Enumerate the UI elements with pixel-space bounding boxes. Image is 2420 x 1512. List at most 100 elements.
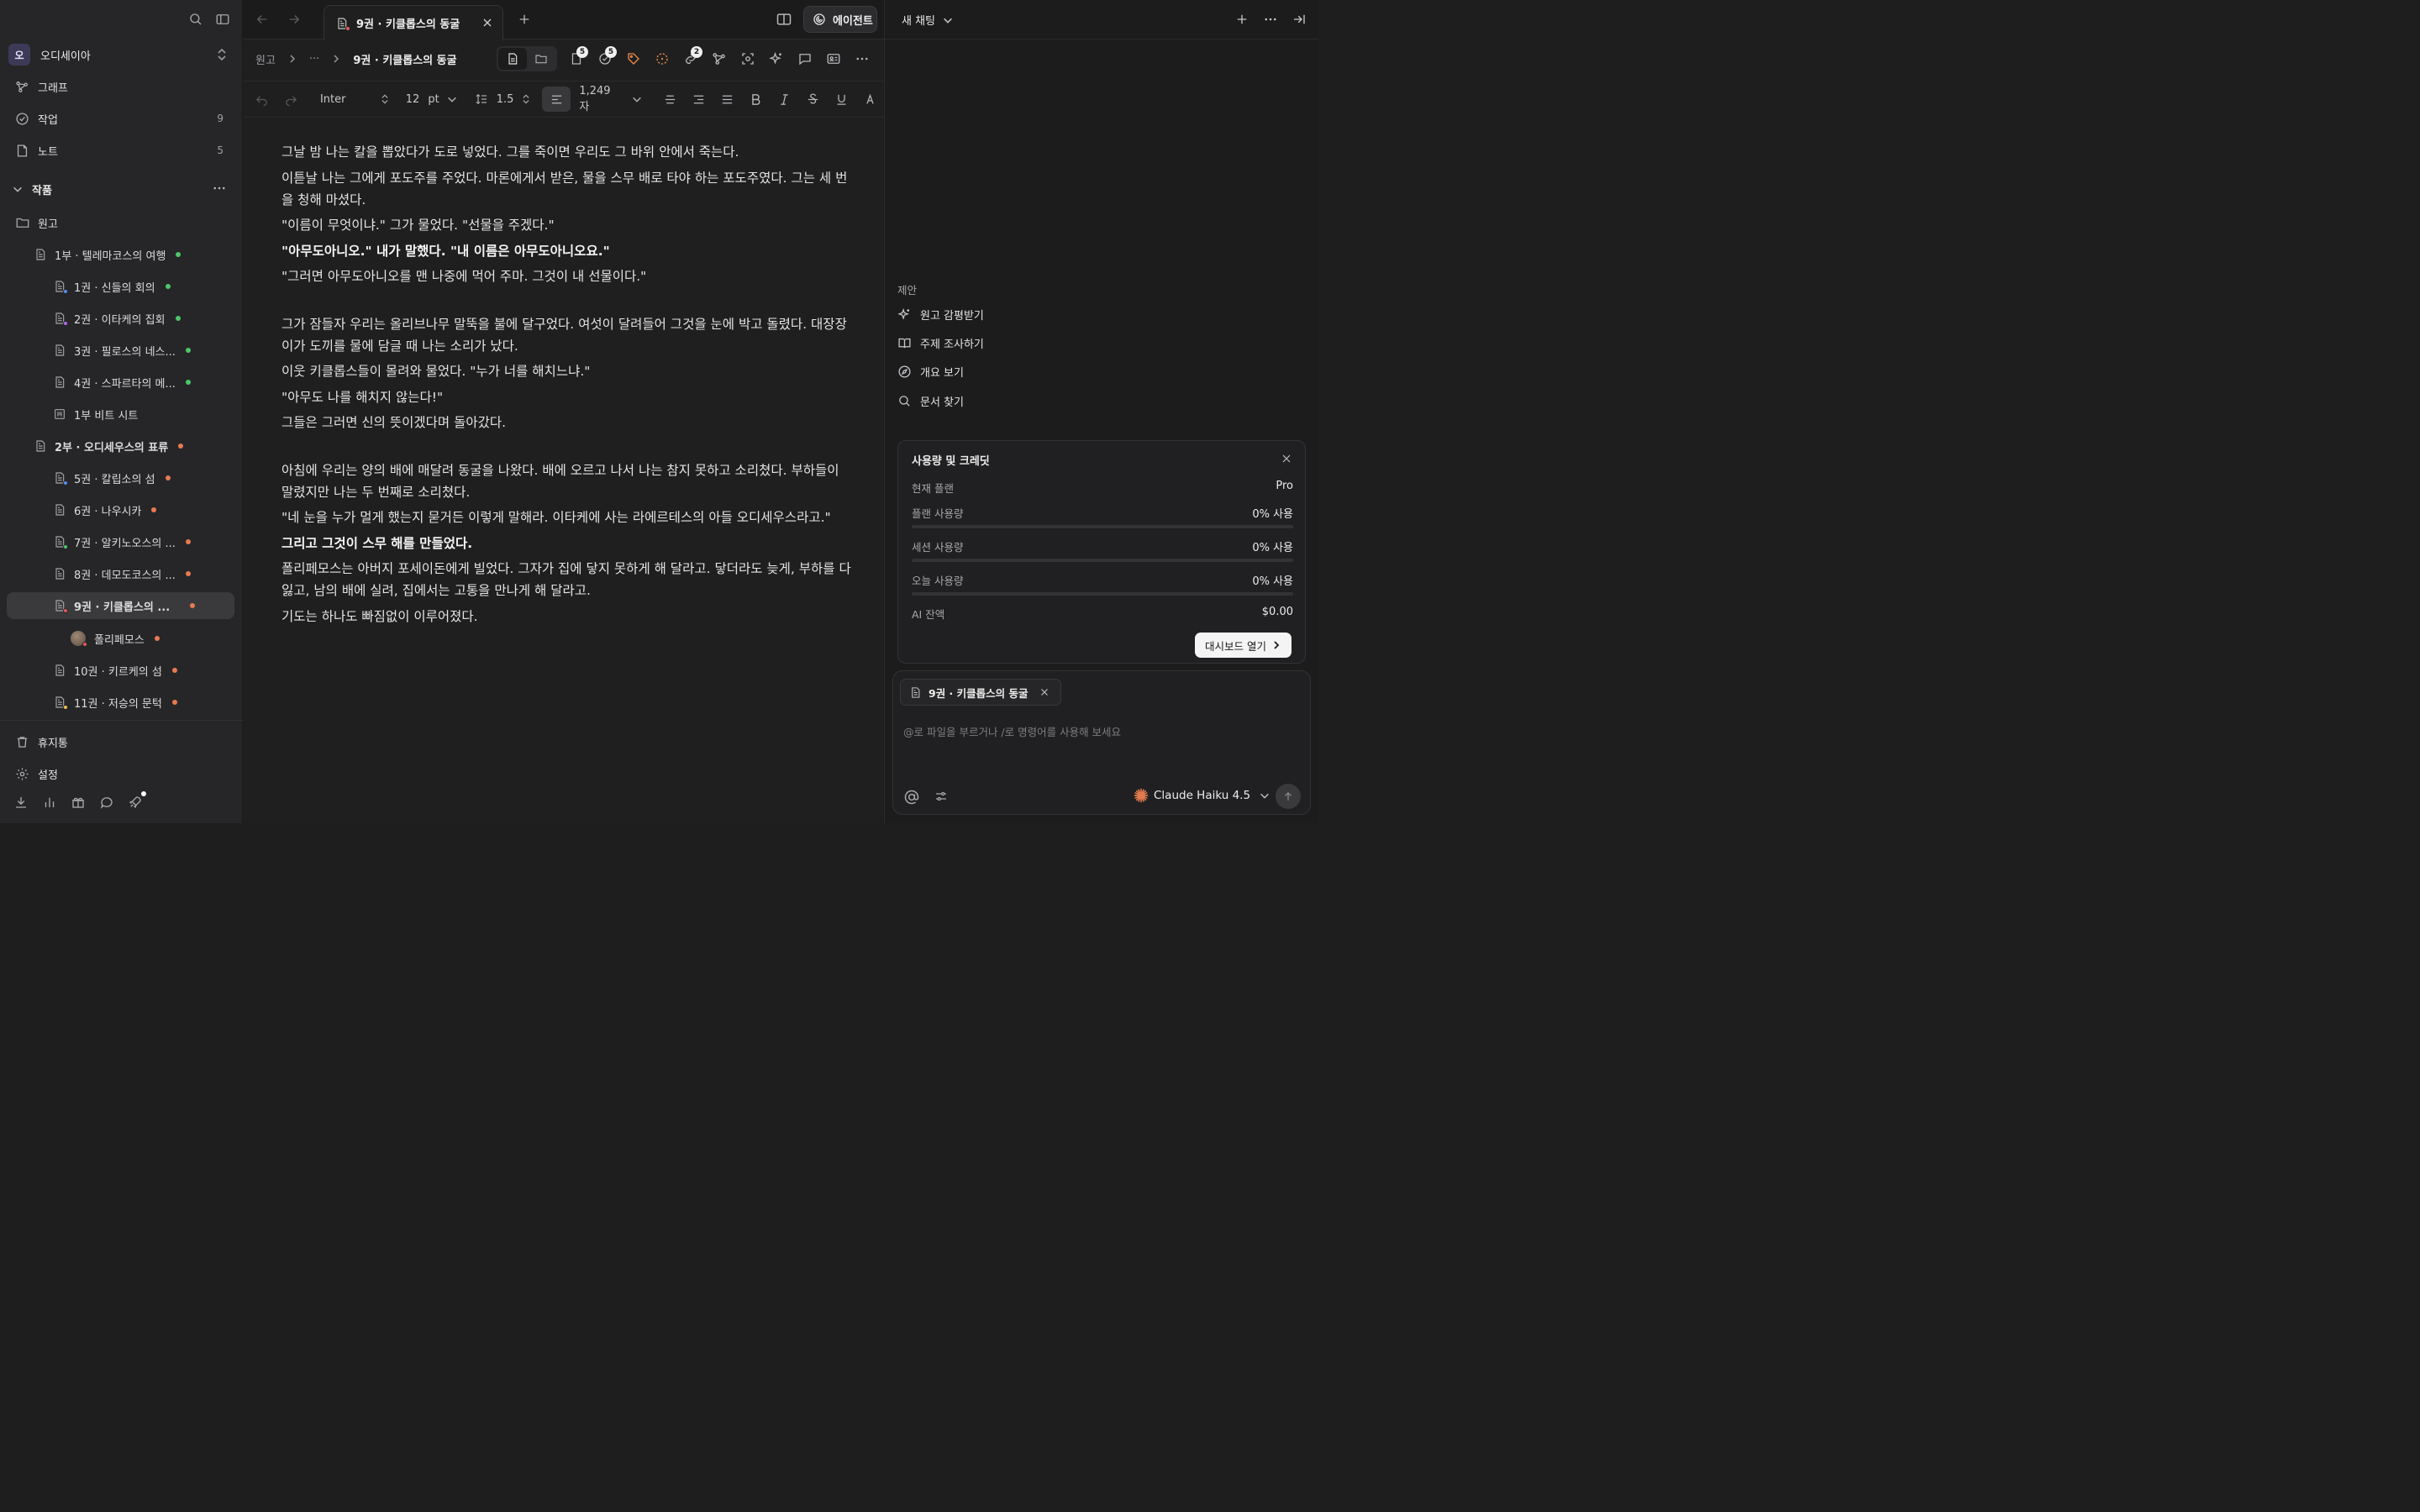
document-body[interactable]: 그날 밤 나는 칼을 뽑았다가 도로 넣었다. 그를 죽이면 우리도 그 바위 … bbox=[281, 141, 853, 631]
text-color-button[interactable] bbox=[855, 87, 884, 112]
tree-item-polyphemus[interactable]: 폴리페모스 bbox=[71, 625, 234, 652]
tasks-count: 9 bbox=[217, 113, 224, 124]
section-works[interactable]: 작품 bbox=[8, 177, 234, 201]
font-family-select[interactable]: Inter bbox=[320, 93, 391, 106]
tree-item-book6[interactable]: 6권 · 나우시카 bbox=[53, 496, 234, 523]
tree-item-label: 원고 bbox=[38, 218, 58, 231]
suggestion-outline[interactable]: 개요 보기 bbox=[897, 360, 964, 382]
justify-button[interactable] bbox=[713, 87, 741, 112]
more-icon[interactable] bbox=[1263, 12, 1278, 27]
align-left-button[interactable] bbox=[542, 87, 571, 112]
download-icon[interactable] bbox=[13, 795, 29, 810]
collapse-panel-icon[interactable] bbox=[1292, 12, 1307, 27]
status-dot bbox=[185, 380, 191, 385]
tree-item-manuscript[interactable]: 원고 bbox=[15, 209, 234, 236]
tree-item-book1[interactable]: 1권 · 신들의 회의 bbox=[53, 273, 234, 300]
more-icon[interactable] bbox=[212, 181, 227, 196]
align-center-button[interactable] bbox=[655, 87, 684, 112]
send-button[interactable] bbox=[1276, 784, 1301, 809]
align-right-button[interactable] bbox=[684, 87, 713, 112]
usage-label: 세션 사용량 bbox=[912, 541, 964, 554]
tree-item-book9[interactable]: 9권 · 키클롭스의 ... bbox=[7, 592, 234, 619]
chat-bubble-icon[interactable] bbox=[99, 795, 114, 810]
comments-button[interactable] bbox=[791, 46, 819, 71]
view-document-button[interactable] bbox=[498, 48, 527, 70]
tree-item-book3[interactable]: 3권 · 필로스의 네스... bbox=[53, 337, 234, 364]
forward-arrow-icon[interactable] bbox=[287, 12, 302, 27]
workspace-switcher[interactable]: 오 오디세이아 bbox=[8, 42, 235, 67]
tab-bar: 9권 · 키클롭스의 동굴 에이전트 bbox=[243, 0, 884, 40]
tree-item-book2[interactable]: 2권 · 이타케의 집회 bbox=[53, 305, 234, 332]
gift-icon[interactable] bbox=[71, 795, 86, 810]
links-button[interactable]: 2 bbox=[676, 46, 705, 71]
tab-active-document[interactable]: 9권 · 키클롭스의 동굴 bbox=[324, 5, 503, 40]
tree-item-beatsheet[interactable]: 1부 비트 시트 bbox=[53, 401, 234, 428]
agent-button[interactable]: 에이전트 bbox=[803, 6, 877, 33]
status-button[interactable] bbox=[648, 46, 676, 71]
sidebar-item-graph[interactable]: 그래프 bbox=[8, 74, 234, 99]
chat-input[interactable]: @로 파일을 부르거나 /로 명령어를 사용해 보세요 bbox=[903, 723, 1121, 739]
split-view-icon[interactable] bbox=[776, 11, 792, 28]
bold-button[interactable] bbox=[741, 87, 770, 112]
italic-icon bbox=[777, 92, 792, 107]
tree-item-book4[interactable]: 4권 · 스파르타의 메... bbox=[53, 369, 234, 396]
ai-sparkle-button[interactable] bbox=[762, 46, 791, 71]
tree-item-book10[interactable]: 10권 · 키르케의 섬 bbox=[53, 657, 234, 684]
open-dashboard-button[interactable]: 대시보드 열기 bbox=[1195, 633, 1292, 658]
mention-icon[interactable] bbox=[903, 789, 920, 806]
status-dot bbox=[154, 636, 160, 641]
font-size-select[interactable]: 12 pt bbox=[406, 93, 458, 106]
rocket-icon[interactable] bbox=[128, 791, 146, 810]
sidebar-item-settings[interactable]: 설정 bbox=[8, 761, 234, 786]
breadcrumb-ellipsis[interactable]: ··· bbox=[309, 53, 319, 66]
tree-item-book8[interactable]: 8권 · 데모도코스의 ... bbox=[53, 560, 234, 587]
sidebar-toggle-icon[interactable] bbox=[215, 12, 230, 27]
notes-count: 5 bbox=[217, 144, 224, 156]
plus-icon[interactable] bbox=[517, 12, 532, 27]
chevron-right-icon bbox=[1271, 640, 1281, 650]
context-chip[interactable]: 9권 · 키클롭스의 동굴 bbox=[900, 679, 1061, 706]
back-arrow-icon[interactable] bbox=[255, 12, 270, 27]
strikethrough-button[interactable] bbox=[798, 87, 827, 112]
close-icon[interactable] bbox=[1039, 686, 1050, 698]
chat-title-select[interactable]: 새 채팅 bbox=[902, 12, 954, 28]
view-folder-button[interactable] bbox=[527, 48, 555, 70]
close-icon[interactable] bbox=[1280, 452, 1293, 465]
suggestion-research[interactable]: 주제 조사하기 bbox=[897, 332, 984, 354]
line-height-icon bbox=[475, 92, 488, 106]
sidebar-item-trash[interactable]: 휴지통 bbox=[8, 729, 234, 754]
more-button[interactable] bbox=[848, 46, 876, 71]
search-icon[interactable] bbox=[188, 12, 203, 27]
linked-pages-button[interactable]: 5 bbox=[562, 46, 591, 71]
close-icon[interactable] bbox=[481, 16, 494, 29]
card-button[interactable] bbox=[819, 46, 848, 71]
tree-item-part2[interactable]: 2부 · 오디세우스의 표류 bbox=[34, 433, 234, 459]
line-height-select[interactable]: 1.5 bbox=[475, 92, 533, 106]
bar-chart-icon[interactable] bbox=[42, 795, 57, 810]
char-count-select[interactable]: 1,249 자 bbox=[579, 85, 642, 113]
tree-item-book11[interactable]: 11권 · 저승의 문턱 bbox=[53, 689, 234, 716]
model-select[interactable]: Claude Haiku 4.5 bbox=[1134, 788, 1270, 803]
redo-icon[interactable] bbox=[284, 92, 298, 107]
suggestion-review[interactable]: 원고 감평받기 bbox=[897, 303, 984, 325]
tree-item-label: 9권 · 키클롭스의 ... bbox=[74, 601, 171, 614]
focus-button[interactable] bbox=[734, 46, 762, 71]
usage-card: 사용량 및 크레딧 현재 플랜 Pro 플랜 사용량 0% 사용 세션 사용량 … bbox=[897, 440, 1306, 664]
graph-button[interactable] bbox=[705, 46, 734, 71]
italic-button[interactable] bbox=[770, 87, 798, 112]
tree-item-book5[interactable]: 5권 · 칼립소의 섬 bbox=[53, 465, 234, 491]
settings-sliders-icon[interactable] bbox=[934, 789, 949, 804]
sidebar-item-tasks[interactable]: 작업 9 bbox=[8, 106, 234, 131]
tree-item-part1[interactable]: 1부 · 텔레마코스의 여행 bbox=[34, 241, 234, 268]
balance-value: $0.00 bbox=[1261, 606, 1293, 618]
underline-button[interactable] bbox=[827, 87, 855, 112]
tree-item-book7[interactable]: 7권 · 알키노오스의 ... bbox=[53, 528, 234, 555]
suggestion-find[interactable]: 문서 찾기 bbox=[897, 390, 964, 412]
tasks-button[interactable]: 5 bbox=[591, 46, 619, 71]
sidebar-item-notes[interactable]: 노트 5 bbox=[8, 138, 234, 163]
breadcrumb-root[interactable]: 원고 bbox=[255, 51, 276, 67]
undo-icon[interactable] bbox=[255, 92, 269, 107]
plus-icon[interactable] bbox=[1234, 12, 1249, 27]
tag-button[interactable] bbox=[619, 46, 648, 71]
document-icon bbox=[53, 280, 68, 294]
